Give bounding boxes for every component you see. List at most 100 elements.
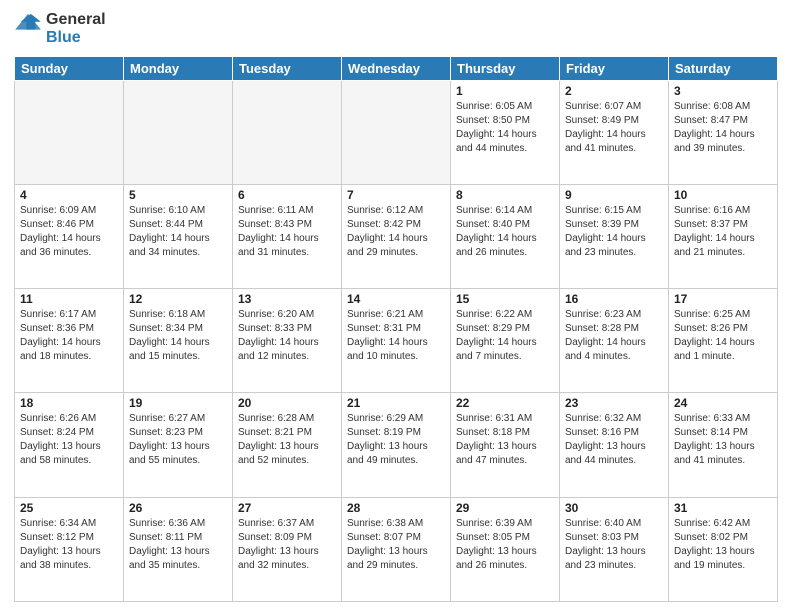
day-info: Sunrise: 6:23 AMSunset: 8:28 PMDaylight:…: [565, 308, 663, 364]
day-info: Sunrise: 6:28 AMSunset: 8:21 PMDaylight:…: [238, 412, 336, 468]
day-number: 14: [347, 292, 445, 306]
day-cell: 14 Sunrise: 6:21 AMSunset: 8:31 PMDayligh…: [342, 289, 451, 393]
day-number: 17: [674, 292, 772, 306]
day-cell: 25 Sunrise: 6:34 AMSunset: 8:12 PMDayligh…: [15, 497, 124, 601]
day-info: Sunrise: 6:33 AMSunset: 8:14 PMDaylight:…: [674, 412, 772, 468]
day-number: 4: [20, 188, 118, 202]
day-cell: 1 Sunrise: 6:05 AMSunset: 8:50 PMDaylight…: [451, 80, 560, 184]
day-number: 29: [456, 501, 554, 515]
calendar-table: SundayMondayTuesdayWednesdayThursdayFrid…: [14, 56, 778, 602]
calendar-header: SundayMondayTuesdayWednesdayThursdayFrid…: [15, 56, 778, 80]
col-header-saturday: Saturday: [669, 56, 778, 80]
day-number: 19: [129, 396, 227, 410]
logo-svg: [14, 10, 42, 38]
day-number: 28: [347, 501, 445, 515]
day-info: Sunrise: 6:17 AMSunset: 8:36 PMDaylight:…: [20, 308, 118, 364]
day-info: Sunrise: 6:27 AMSunset: 8:23 PMDaylight:…: [129, 412, 227, 468]
day-info: Sunrise: 6:42 AMSunset: 8:02 PMDaylight:…: [674, 517, 772, 573]
col-header-thursday: Thursday: [451, 56, 560, 80]
week-row-2: 4 Sunrise: 6:09 AMSunset: 8:46 PMDaylight…: [15, 185, 778, 289]
day-number: 6: [238, 188, 336, 202]
day-info: Sunrise: 6:05 AMSunset: 8:50 PMDaylight:…: [456, 100, 554, 156]
day-cell: 15 Sunrise: 6:22 AMSunset: 8:29 PMDayligh…: [451, 289, 560, 393]
day-number: 5: [129, 188, 227, 202]
day-number: 11: [20, 292, 118, 306]
day-number: 12: [129, 292, 227, 306]
day-info: Sunrise: 6:26 AMSunset: 8:24 PMDaylight:…: [20, 412, 118, 468]
day-cell: 23 Sunrise: 6:32 AMSunset: 8:16 PMDayligh…: [560, 393, 669, 497]
col-header-friday: Friday: [560, 56, 669, 80]
day-number: 7: [347, 188, 445, 202]
day-info: Sunrise: 6:36 AMSunset: 8:11 PMDaylight:…: [129, 517, 227, 573]
header-row: SundayMondayTuesdayWednesdayThursdayFrid…: [15, 56, 778, 80]
day-cell: 20 Sunrise: 6:28 AMSunset: 8:21 PMDayligh…: [233, 393, 342, 497]
day-info: Sunrise: 6:34 AMSunset: 8:12 PMDaylight:…: [20, 517, 118, 573]
day-number: 15: [456, 292, 554, 306]
day-info: Sunrise: 6:22 AMSunset: 8:29 PMDaylight:…: [456, 308, 554, 364]
day-info: Sunrise: 6:16 AMSunset: 8:37 PMDaylight:…: [674, 204, 772, 260]
day-number: 22: [456, 396, 554, 410]
day-number: 8: [456, 188, 554, 202]
day-cell: 13Sunrise: 6:20 AMSunset: 8:33 PMDayligh…: [233, 289, 342, 393]
day-info: Sunrise: 6:31 AMSunset: 8:18 PMDaylight:…: [456, 412, 554, 468]
day-number: 30: [565, 501, 663, 515]
week-row-5: 25 Sunrise: 6:34 AMSunset: 8:12 PMDayligh…: [15, 497, 778, 601]
day-info: Sunrise: 6:32 AMSunset: 8:16 PMDaylight:…: [565, 412, 663, 468]
logo-general: General: [46, 11, 106, 29]
day-info: Sunrise: 6:10 AMSunset: 8:44 PMDaylight:…: [129, 204, 227, 260]
day-cell: 24 Sunrise: 6:33 AMSunset: 8:14 PMDayligh…: [669, 393, 778, 497]
day-cell: 26 Sunrise: 6:36 AMSunset: 8:11 PMDayligh…: [124, 497, 233, 601]
day-info: Sunrise: 6:25 AMSunset: 8:26 PMDaylight:…: [674, 308, 772, 364]
day-info: Sunrise: 6:14 AMSunset: 8:40 PMDaylight:…: [456, 204, 554, 260]
day-info: Sunrise: 6:07 AMSunset: 8:49 PMDaylight:…: [565, 100, 663, 156]
day-cell: 29 Sunrise: 6:39 AMSunset: 8:05 PMDayligh…: [451, 497, 560, 601]
day-number: 2: [565, 84, 663, 98]
calendar-body: 1 Sunrise: 6:05 AMSunset: 8:50 PMDaylight…: [15, 80, 778, 601]
day-cell: 21 Sunrise: 6:29 AMSunset: 8:19 PMDayligh…: [342, 393, 451, 497]
day-number: 1: [456, 84, 554, 98]
day-cell: [342, 80, 451, 184]
col-header-wednesday: Wednesday: [342, 56, 451, 80]
day-info: Sunrise: 6:38 AMSunset: 8:07 PMDaylight:…: [347, 517, 445, 573]
day-cell: 12Sunrise: 6:18 AMSunset: 8:34 PMDayligh…: [124, 289, 233, 393]
day-info: Sunrise: 6:21 AMSunset: 8:31 PMDaylight:…: [347, 308, 445, 364]
day-info: Sunrise: 6:40 AMSunset: 8:03 PMDaylight:…: [565, 517, 663, 573]
day-cell: 2 Sunrise: 6:07 AMSunset: 8:49 PMDaylight…: [560, 80, 669, 184]
day-cell: 31 Sunrise: 6:42 AMSunset: 8:02 PMDayligh…: [669, 497, 778, 601]
day-cell: 27 Sunrise: 6:37 AMSunset: 8:09 PMDayligh…: [233, 497, 342, 601]
day-number: 20: [238, 396, 336, 410]
logo: General Blue: [14, 10, 106, 48]
day-number: 21: [347, 396, 445, 410]
day-cell: 30 Sunrise: 6:40 AMSunset: 8:03 PMDayligh…: [560, 497, 669, 601]
day-number: 3: [674, 84, 772, 98]
day-info: Sunrise: 6:09 AMSunset: 8:46 PMDaylight:…: [20, 204, 118, 260]
day-cell: 8 Sunrise: 6:14 AMSunset: 8:40 PMDaylight…: [451, 185, 560, 289]
day-cell: 19 Sunrise: 6:27 AMSunset: 8:23 PMDayligh…: [124, 393, 233, 497]
day-info: Sunrise: 6:15 AMSunset: 8:39 PMDaylight:…: [565, 204, 663, 260]
day-cell: 18 Sunrise: 6:26 AMSunset: 8:24 PMDayligh…: [15, 393, 124, 497]
logo-blue: Blue: [46, 29, 106, 47]
day-number: 16: [565, 292, 663, 306]
day-number: 27: [238, 501, 336, 515]
day-number: 25: [20, 501, 118, 515]
day-cell: [124, 80, 233, 184]
day-info: Sunrise: 6:29 AMSunset: 8:19 PMDaylight:…: [347, 412, 445, 468]
day-cell: 3 Sunrise: 6:08 AMSunset: 8:47 PMDaylight…: [669, 80, 778, 184]
day-number: 18: [20, 396, 118, 410]
day-info: Sunrise: 6:37 AMSunset: 8:09 PMDaylight:…: [238, 517, 336, 573]
day-number: 31: [674, 501, 772, 515]
day-info: Sunrise: 6:39 AMSunset: 8:05 PMDaylight:…: [456, 517, 554, 573]
day-number: 26: [129, 501, 227, 515]
day-info: Sunrise: 6:08 AMSunset: 8:47 PMDaylight:…: [674, 100, 772, 156]
header: General Blue: [14, 10, 778, 48]
day-cell: 22 Sunrise: 6:31 AMSunset: 8:18 PMDayligh…: [451, 393, 560, 497]
day-cell: 10Sunrise: 6:16 AMSunset: 8:37 PMDayligh…: [669, 185, 778, 289]
col-header-tuesday: Tuesday: [233, 56, 342, 80]
day-cell: [15, 80, 124, 184]
day-number: 23: [565, 396, 663, 410]
day-cell: [233, 80, 342, 184]
day-info: Sunrise: 6:12 AMSunset: 8:42 PMDaylight:…: [347, 204, 445, 260]
day-cell: 6 Sunrise: 6:11 AMSunset: 8:43 PMDaylight…: [233, 185, 342, 289]
day-info: Sunrise: 6:11 AMSunset: 8:43 PMDaylight:…: [238, 204, 336, 260]
day-number: 24: [674, 396, 772, 410]
